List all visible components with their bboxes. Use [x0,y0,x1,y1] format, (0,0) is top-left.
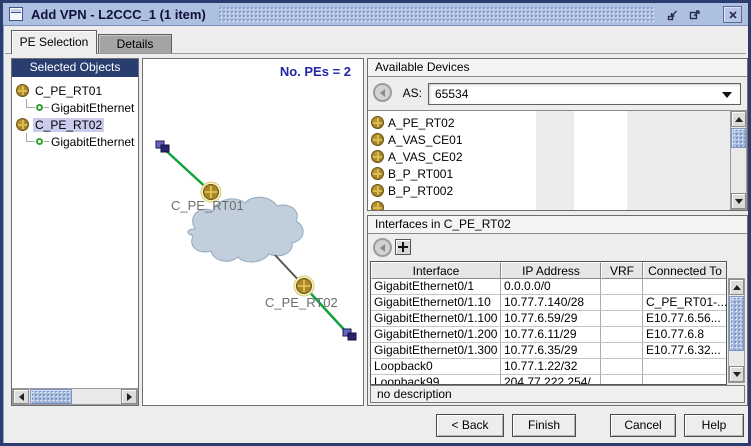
window-icon [9,7,23,21]
scroll-up-icon[interactable] [729,279,744,295]
interfaces-toolbar [368,234,747,261]
available-devices-header: Available Devices [368,59,747,77]
minimize-icon[interactable] [663,6,682,23]
table-body: GigabitEthernet0/1 0.0.0.0/0 GigabitEthe… [371,279,726,384]
device-list-item[interactable]: A_PE_RT02 [368,114,747,131]
device-list-item-partial[interactable] [368,199,747,210]
tree-item-interface[interactable]: GigabitEthernet [12,133,138,150]
scrollbar-thumb[interactable] [30,389,72,404]
interface-icon [36,138,43,145]
router-icon [371,116,384,129]
node-pe2-router[interactable] [294,276,314,296]
description-status-bar: no description [370,385,745,403]
as-combobox[interactable]: 65534 [428,83,741,105]
titlebar-texture [219,7,655,22]
router-icon [371,150,384,163]
device-list-item[interactable]: B_P_RT001 [368,165,747,182]
tree-item-interface[interactable]: GigabitEthernet [12,99,138,116]
node-ce1[interactable] [156,141,169,152]
tree-item-router[interactable]: C_PE_RT01 [12,82,138,99]
interfaces-table-scrollbar[interactable] [728,278,745,383]
table-row[interactable]: GigabitEthernet0/1.300 10.77.6.35/29 E10… [371,343,726,359]
router-icon [371,167,384,180]
selected-objects-tree: C_PE_RT01 GigabitEthernet C_PE_RT02 Giga… [12,77,138,388]
cancel-button[interactable]: Cancel [610,414,676,437]
back-button[interactable]: < Back [436,414,504,437]
window-title: Add VPN - L2CCC_1 (1 item) [31,3,206,26]
table-header-row: Interface IP Address VRF Connected To [371,262,726,279]
table-row[interactable]: GigabitEthernet0/1 0.0.0.0/0 [371,279,726,295]
dialog-add-vpn: Add VPN - L2CCC_1 (1 item) PE Selection … [0,0,751,446]
table-row[interactable]: GigabitEthernet0/1.10 10.77.7.140/28 C_P… [371,295,726,311]
scroll-right-icon[interactable] [121,389,137,404]
device-list-scrollbar[interactable] [730,110,747,210]
router-icon [371,133,384,146]
tab-content-divider [5,53,746,54]
device-list-item[interactable]: A_VAS_CE02 [368,148,747,165]
router-icon [371,201,384,210]
finish-button[interactable]: Finish [512,414,576,437]
deselect-interface-back-button[interactable] [373,238,392,257]
tree-item-router-selected[interactable]: C_PE_RT02 [12,116,138,133]
scroll-down-icon[interactable] [731,193,746,209]
as-combobox-value: 65534 [435,87,468,101]
available-devices-section: Available Devices AS: 65534 A_PE_RT02 A_… [367,58,748,211]
column-header-ip-address[interactable]: IP Address [501,262,601,279]
router-icon [16,84,29,97]
table-row-partial[interactable]: Loopback99 204.77.222.254/ [371,375,726,384]
as-selector-row: AS: 65534 [368,77,747,110]
scrollbar-thumb[interactable] [729,296,744,351]
node-label-pe1: C_PE_RT01 [171,198,244,213]
selected-objects-panel: Selected Objects C_PE_RT01 GigabitEthern… [11,58,139,406]
table-row[interactable]: Loopback0 10.77.1.22/32 [371,359,726,375]
scroll-left-icon[interactable] [13,389,29,404]
interfaces-table: Interface IP Address VRF Connected To Gi… [370,261,727,385]
tab-pe-selection[interactable]: PE Selection [11,30,97,54]
add-interface-button[interactable] [395,239,411,255]
tab-details[interactable]: Details [98,34,172,54]
chevron-down-icon [722,92,732,98]
table-row[interactable]: GigabitEthernet0/1.100 10.77.6.59/29 E10… [371,311,726,327]
help-button[interactable]: Help [684,414,744,437]
table-row[interactable]: GigabitEthernet0/1.200 10.77.6.11/29 E10… [371,327,726,343]
column-header-vrf[interactable]: VRF [601,262,643,279]
device-list-item[interactable]: B_P_RT002 [368,182,747,199]
router-icon [371,184,384,197]
as-label: AS: [396,77,422,110]
maximize-icon[interactable] [685,6,704,23]
node-label-pe2: C_PE_RT02 [265,295,338,310]
scrollbar-thumb[interactable] [731,128,746,148]
title-bar[interactable]: Add VPN - L2CCC_1 (1 item) [3,3,748,26]
tree-elbow-connector [26,99,35,108]
scroll-down-icon[interactable] [729,366,744,382]
deselect-device-back-button[interactable] [373,83,392,102]
interfaces-header: Interfaces in C_PE_RT02 [368,216,747,234]
device-list: A_PE_RT02 A_VAS_CE01 A_VAS_CE02 B_P_RT00… [368,110,747,210]
topology-diagram [143,59,363,405]
selected-objects-header: Selected Objects [12,59,138,77]
node-ce2[interactable] [343,329,356,340]
column-header-interface[interactable]: Interface [371,262,501,279]
interfaces-section: Interfaces in C_PE_RT02 Interface IP Add… [367,215,748,406]
interface-icon [36,104,43,111]
device-list-item[interactable]: A_VAS_CE01 [368,131,747,148]
column-header-connected-to[interactable]: Connected To [643,262,726,279]
close-icon[interactable] [723,6,742,23]
router-icon [16,118,29,131]
scroll-up-icon[interactable] [731,111,746,127]
topology-canvas: No. PEs = 2 [142,58,364,406]
tree-elbow-connector [26,133,35,142]
tree-horizontal-scrollbar[interactable] [12,388,138,405]
